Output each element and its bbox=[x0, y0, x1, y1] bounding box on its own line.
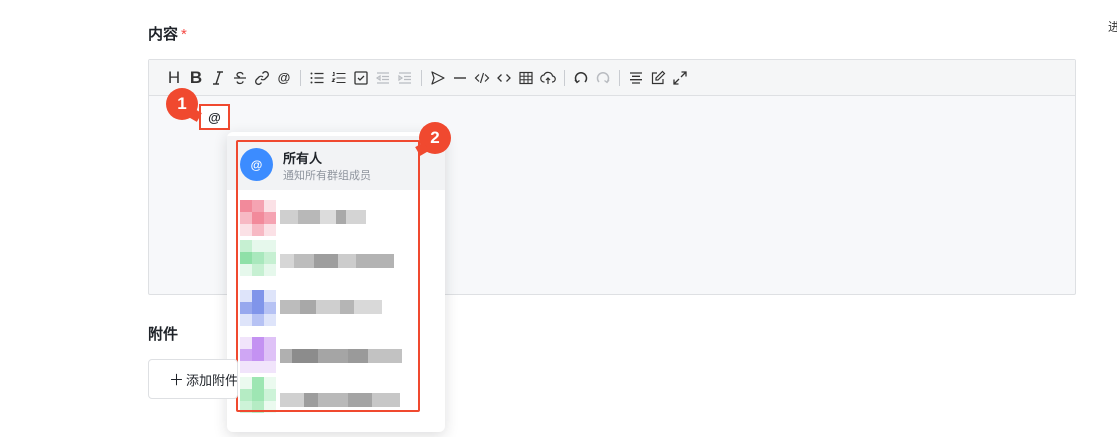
required-mark: * bbox=[181, 26, 187, 43]
indent-icon[interactable] bbox=[394, 67, 416, 89]
toolbar-divider bbox=[300, 69, 301, 86]
member-name-blurred bbox=[280, 349, 402, 363]
table-icon[interactable] bbox=[515, 67, 537, 89]
edge-text: 进 bbox=[1108, 20, 1117, 34]
bold-icon[interactable]: B bbox=[185, 67, 207, 89]
content-label: 内容 * bbox=[148, 26, 187, 43]
upload-icon[interactable] bbox=[537, 67, 559, 89]
step-badge-1: 1 bbox=[166, 88, 198, 120]
edit-icon[interactable] bbox=[647, 67, 669, 89]
heading-icon[interactable]: H bbox=[163, 67, 185, 89]
mention-option-member[interactable] bbox=[240, 200, 410, 240]
align-center-icon[interactable] bbox=[625, 67, 647, 89]
checklist-icon[interactable] bbox=[350, 67, 372, 89]
ordered-list-icon[interactable] bbox=[328, 67, 350, 89]
horizontal-rule-icon[interactable] bbox=[449, 67, 471, 89]
typed-mention-text: @ bbox=[199, 104, 230, 130]
italic-icon[interactable] bbox=[207, 67, 229, 89]
mention-all-icon: @ bbox=[240, 148, 273, 181]
link-icon[interactable] bbox=[251, 67, 273, 89]
avatar bbox=[240, 290, 276, 326]
member-name-blurred bbox=[280, 210, 366, 224]
toolbar-divider bbox=[564, 69, 565, 86]
toolbar-divider bbox=[619, 69, 620, 86]
member-name-blurred bbox=[280, 393, 400, 407]
add-attachment-label: 添加附件 bbox=[186, 372, 238, 388]
send-icon[interactable] bbox=[427, 67, 449, 89]
plus-icon: ＋ bbox=[169, 371, 185, 389]
bullet-list-icon[interactable] bbox=[306, 67, 328, 89]
code-block-icon[interactable] bbox=[493, 67, 515, 89]
step-badge-2: 2 bbox=[419, 122, 451, 154]
mention-icon[interactable]: @ bbox=[273, 67, 295, 89]
undo-icon[interactable] bbox=[570, 67, 592, 89]
avatar bbox=[240, 200, 276, 236]
fullscreen-icon[interactable] bbox=[669, 67, 691, 89]
outdent-icon[interactable] bbox=[372, 67, 394, 89]
member-name-blurred bbox=[280, 254, 394, 268]
mention-option-all[interactable]: @ 所有人 通知所有群组成员 bbox=[227, 136, 445, 190]
avatar bbox=[240, 337, 276, 373]
avatar bbox=[240, 240, 276, 276]
member-name-blurred bbox=[280, 300, 382, 314]
mention-option-member[interactable] bbox=[240, 377, 410, 417]
mention-all-name: 所有人 bbox=[283, 151, 323, 166]
mention-all-description: 通知所有群组成员 bbox=[283, 170, 371, 182]
attachment-label: 附件 bbox=[148, 326, 179, 343]
mention-option-member[interactable] bbox=[240, 337, 410, 377]
strikethrough-icon[interactable] bbox=[229, 67, 251, 89]
mention-dropdown[interactable]: @ 所有人 通知所有群组成员 bbox=[227, 132, 445, 432]
mention-option-member[interactable] bbox=[240, 240, 410, 280]
avatar bbox=[240, 377, 276, 413]
redo-icon[interactable] bbox=[592, 67, 614, 89]
add-attachment-button[interactable]: ＋ 添加附件 bbox=[148, 359, 238, 399]
editor-toolbar: H B @ bbox=[149, 60, 1075, 96]
mention-option-member[interactable] bbox=[240, 290, 410, 330]
toolbar-divider bbox=[421, 69, 422, 86]
code-icon[interactable] bbox=[471, 67, 493, 89]
